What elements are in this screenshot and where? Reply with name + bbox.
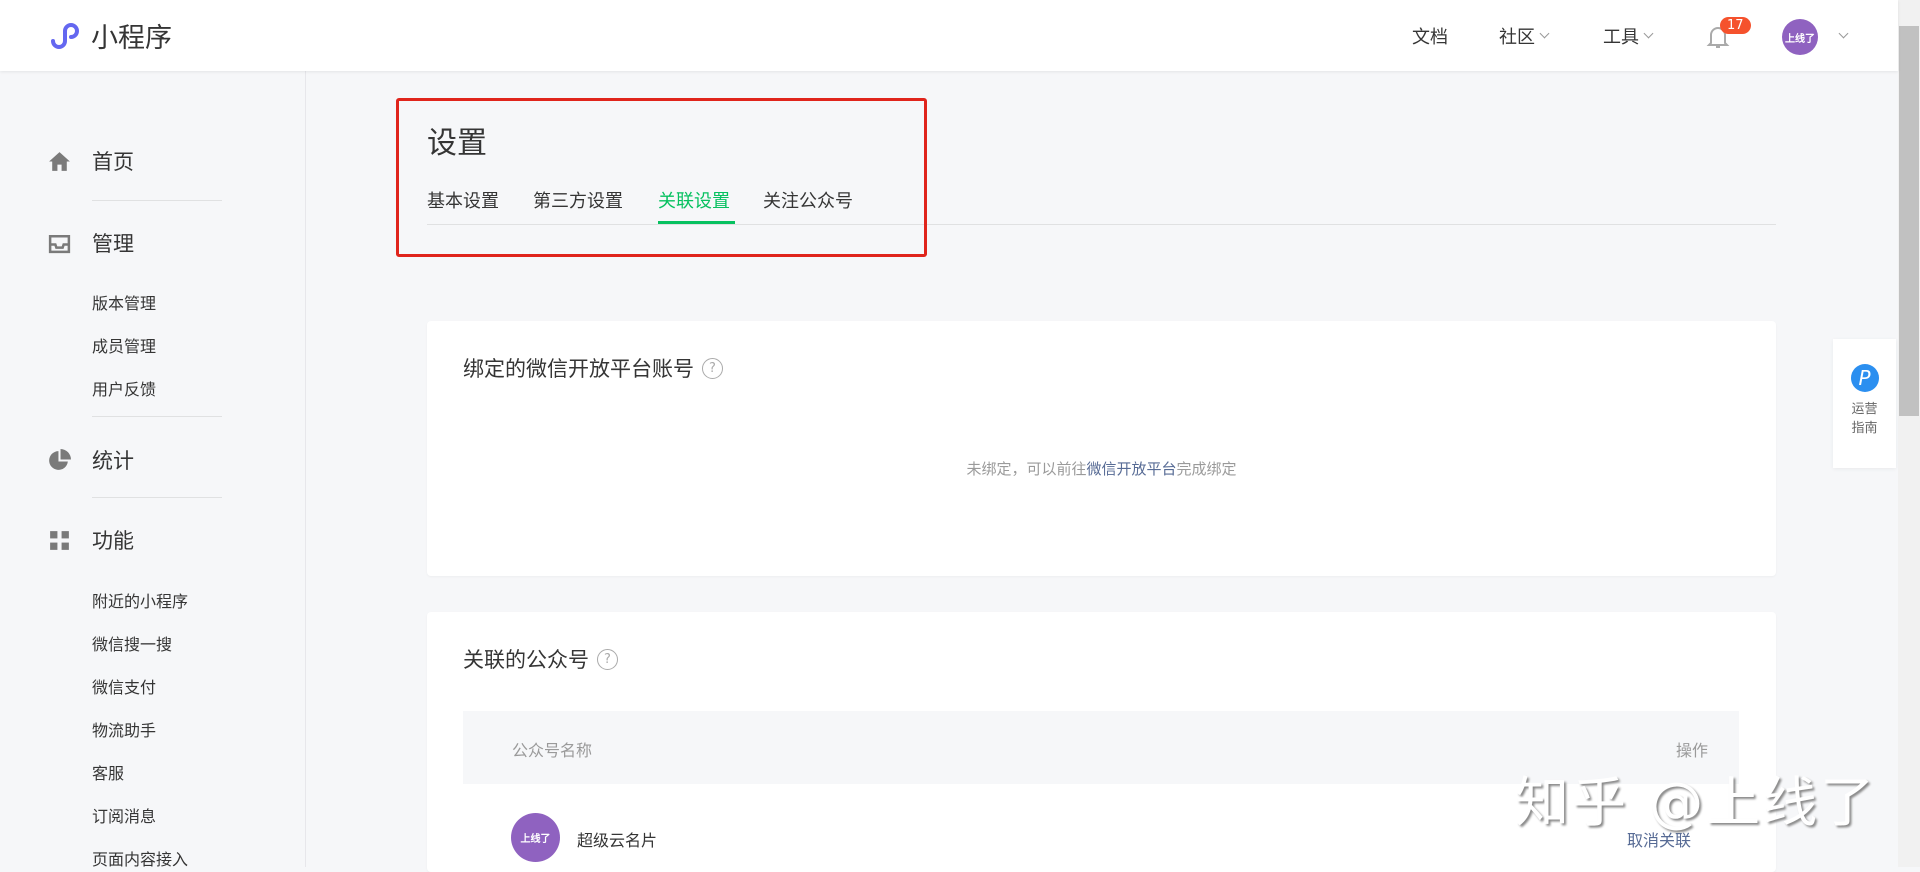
avatar-text: 上线了 bbox=[1785, 33, 1815, 45]
nav-docs[interactable]: 文档 bbox=[1412, 0, 1448, 71]
nav-tools[interactable]: 工具 bbox=[1603, 0, 1654, 71]
sidebar-subitem[interactable]: 成员管理 bbox=[92, 333, 156, 357]
sidebar-subitem[interactable]: 订阅消息 bbox=[92, 803, 156, 827]
sidebar-subitem[interactable]: 微信支付 bbox=[92, 674, 156, 698]
sidebar-label: 功能 bbox=[92, 529, 134, 553]
card-title-text: 绑定的微信开放平台账号 bbox=[463, 357, 694, 381]
highlight-box bbox=[396, 98, 927, 257]
sidebar-item-stats[interactable]: 统计 bbox=[47, 445, 134, 475]
divider bbox=[92, 416, 222, 417]
notification-badge: 17 bbox=[1720, 17, 1751, 34]
card-title-text: 关联的公众号 bbox=[463, 648, 589, 672]
guide-label-2: 指南 bbox=[1851, 421, 1878, 436]
column-header-name: 公众号名称 bbox=[512, 741, 593, 760]
chevron-down-icon bbox=[1539, 28, 1550, 38]
sidebar-item-home[interactable]: 首页 bbox=[47, 146, 134, 176]
guide-label-1: 运营 bbox=[1851, 402, 1878, 417]
sidebar bbox=[0, 71, 306, 867]
open-platform-card: 绑定的微信开放平台账号? 未绑定，可以前往微信开放平台完成绑定 bbox=[427, 321, 1776, 576]
sidebar-item-features[interactable]: 功能 bbox=[47, 525, 134, 555]
sidebar-subitem[interactable]: 物流助手 bbox=[92, 717, 156, 741]
pie-chart-icon bbox=[49, 448, 71, 470]
operations-guide-button[interactable]: P 运营 指南 bbox=[1833, 339, 1896, 468]
sidebar-label: 管理 bbox=[92, 232, 134, 256]
open-platform-link[interactable]: 微信开放平台 bbox=[1086, 460, 1176, 478]
account-avatar: 上线了 bbox=[511, 813, 560, 862]
sidebar-item-manage[interactable]: 管理 bbox=[47, 228, 134, 258]
miniprogram-logo-icon bbox=[51, 22, 79, 49]
empty-suffix: 完成绑定 bbox=[1176, 460, 1237, 478]
user-avatar[interactable]: 上线了 bbox=[1782, 19, 1818, 55]
help-icon[interactable]: ? bbox=[702, 357, 723, 379]
sidebar-subitem[interactable]: 版本管理 bbox=[92, 290, 156, 314]
top-header: 小程序 文档 社区 工具 17 上线了 bbox=[0, 0, 1898, 71]
sidebar-subitem[interactable]: 微信搜一搜 bbox=[92, 631, 172, 655]
chevron-down-icon bbox=[1643, 28, 1654, 38]
card-title: 绑定的微信开放平台账号? bbox=[463, 353, 723, 383]
sidebar-subitem[interactable]: 页面内容接入 bbox=[92, 846, 188, 870]
scrollbar-thumb[interactable] bbox=[1899, 26, 1919, 416]
app-name: 小程序 bbox=[91, 23, 172, 54]
sidebar-subitem[interactable]: 附近的小程序 bbox=[92, 588, 188, 612]
account-chevron-down-icon[interactable] bbox=[1838, 28, 1849, 39]
account-name: 超级云名片 bbox=[577, 831, 658, 850]
divider bbox=[92, 497, 222, 498]
empty-prefix: 未绑定，可以前往 bbox=[966, 460, 1087, 478]
empty-message: 未绑定，可以前往微信开放平台完成绑定 bbox=[427, 458, 1776, 479]
sidebar-label: 统计 bbox=[92, 449, 134, 473]
nav-tools-label: 工具 bbox=[1603, 26, 1639, 48]
avatar-text: 上线了 bbox=[520, 834, 551, 845]
logo[interactable]: 小程序 bbox=[47, 16, 172, 55]
sidebar-label: 首页 bbox=[92, 150, 134, 174]
help-icon[interactable]: ? bbox=[597, 648, 618, 670]
sidebar-subitem[interactable]: 客服 bbox=[92, 760, 124, 784]
watermark: 知乎 @上线了 bbox=[1515, 771, 1878, 834]
card-title: 关联的公众号? bbox=[463, 644, 618, 674]
sidebar-subitem[interactable]: 用户反馈 bbox=[92, 376, 156, 400]
nav-docs-label: 文档 bbox=[1412, 26, 1448, 48]
p-icon: P bbox=[1850, 364, 1879, 392]
grid-icon bbox=[50, 530, 69, 550]
inbox-icon bbox=[48, 234, 71, 253]
nav-community-label: 社区 bbox=[1499, 26, 1535, 48]
nav-community[interactable]: 社区 bbox=[1499, 0, 1550, 71]
home-icon bbox=[49, 151, 70, 171]
divider bbox=[92, 200, 222, 201]
